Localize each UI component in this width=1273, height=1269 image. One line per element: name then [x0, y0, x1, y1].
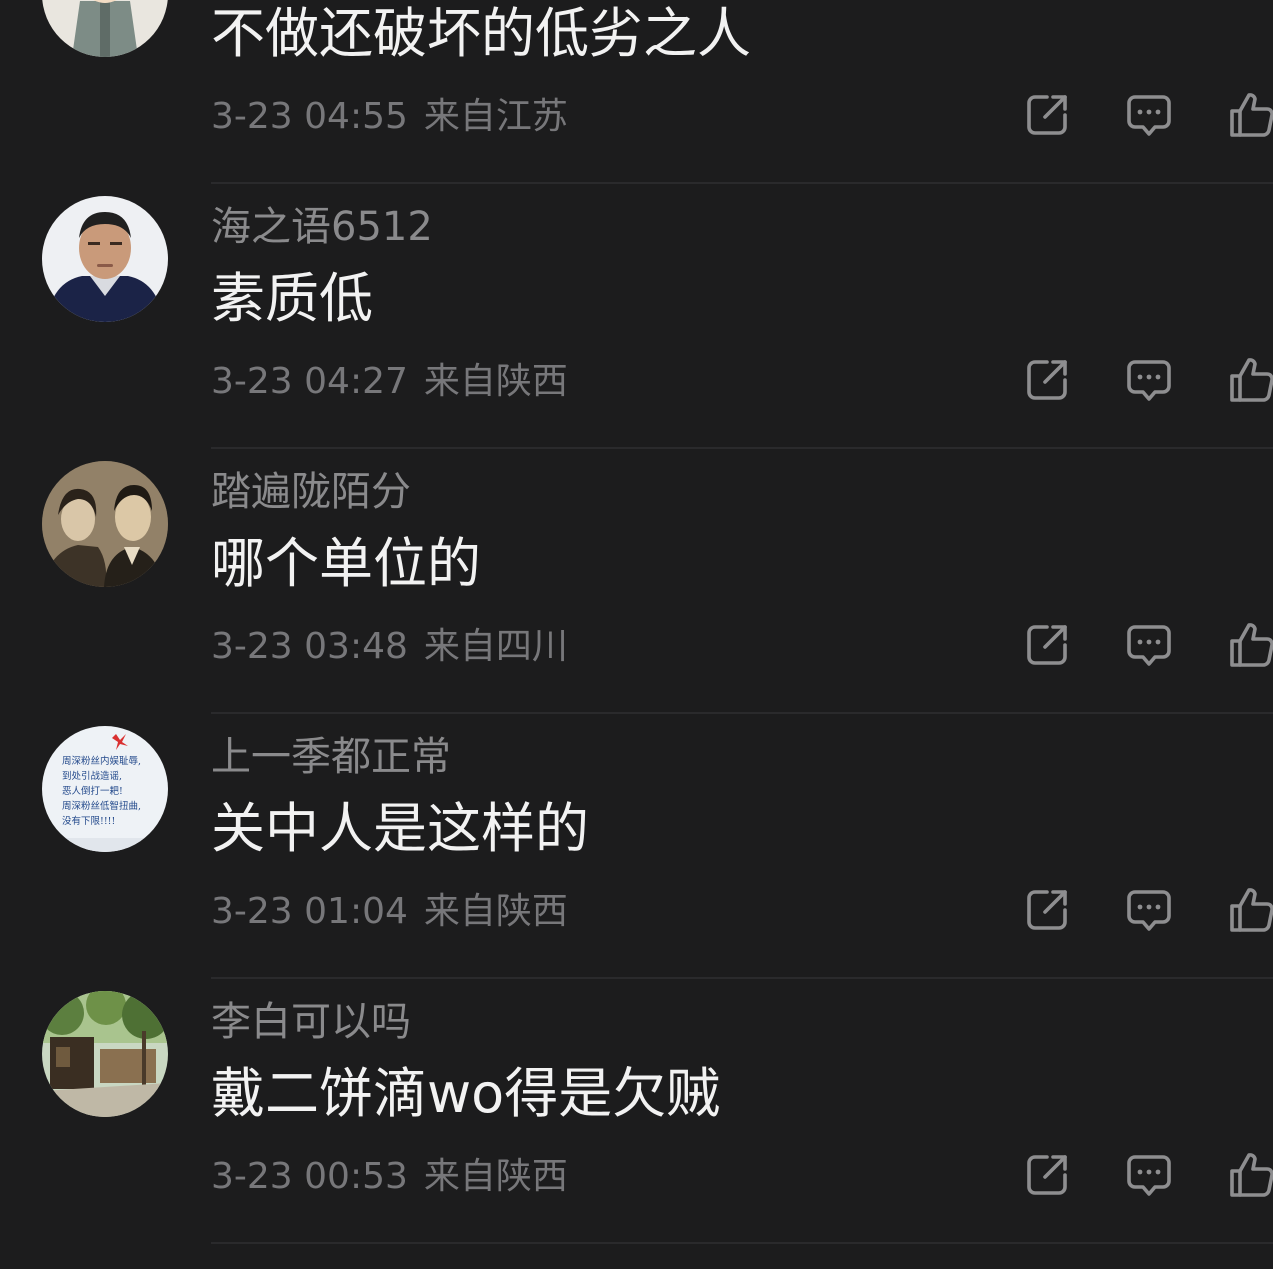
comment-meta: 3-23 00:53 来自陕西 [211, 1155, 568, 1199]
thumbs-up-icon [1227, 356, 1273, 404]
share-icon [1023, 91, 1071, 139]
comment-time: 3-23 01:04 [211, 891, 408, 932]
cartoon-scholar-avatar [42, 0, 168, 57]
comment-bubble-icon [1125, 886, 1173, 934]
share-icon [1023, 1151, 1071, 1199]
comment-location: 来自陕西 [423, 361, 568, 402]
comment-item: 周深粉丝内娱耻辱, 到处引战造谣, 恶人倒打一耙! 周深粉丝低智扭曲, 没有下限!!!!… [0, 726, 1273, 991]
man-portrait-avatar [42, 196, 168, 322]
comment-location: 来自陕西 [423, 1156, 568, 1197]
divider [211, 182, 1273, 184]
comment-time: 3-23 03:48 [211, 626, 408, 667]
comment-time: 3-23 04:27 [211, 361, 408, 402]
share-button[interactable] [1023, 1151, 1071, 1199]
comment-list: 不做还破坏的低劣之人 3-23 04:55 来自江苏海之语6512 素质低 3-23 0… [0, 0, 1273, 1269]
avatar[interactable] [42, 196, 168, 322]
comment-location: 来自四川 [423, 626, 568, 667]
comment-bubble-icon [1125, 356, 1173, 404]
comment-username[interactable]: 李白可以吗 [211, 996, 411, 1048]
comment-time: 3-23 00:53 [211, 1156, 408, 1197]
divider [211, 1242, 1273, 1244]
share-button[interactable] [1023, 91, 1071, 139]
reply-button[interactable] [1125, 886, 1173, 934]
like-button[interactable] [1227, 91, 1273, 139]
comment-meta: 3-23 04:55 来自江苏 [211, 95, 568, 139]
comment-item: 海之语6512 素质低 3-23 04:27 来自陕西 [0, 196, 1273, 461]
comment-bubble-icon [1125, 621, 1173, 669]
comment-username[interactable]: 踏遍陇陌分 [211, 466, 411, 518]
avatar[interactable] [42, 991, 168, 1117]
comment-username[interactable]: 上一季都正常 [211, 731, 451, 783]
comment-text: 不做还破坏的低劣之人 [211, 2, 751, 65]
avatar-note-line: 周深粉丝低智扭曲, [62, 800, 141, 812]
divider [211, 977, 1273, 979]
garden-scene-avatar [42, 991, 168, 1117]
comment-bubble-icon [1125, 91, 1173, 139]
share-icon [1023, 621, 1071, 669]
vintage-couple-photo-avatar [42, 461, 168, 587]
reply-button[interactable] [1125, 356, 1173, 404]
comment-item: 不做还破坏的低劣之人 3-23 04:55 来自江苏 [0, 0, 1273, 196]
comment-meta: 3-23 04:27 来自陕西 [211, 360, 568, 404]
reply-button[interactable] [1125, 1151, 1173, 1199]
divider [211, 712, 1273, 714]
comment-item: 李白可以吗戴二饼滴wo得是欠贼 3-23 00:53 来自陕西 [0, 991, 1273, 1256]
thumbs-up-icon [1227, 1151, 1273, 1199]
avatar[interactable]: 周深粉丝内娱耻辱, 到处引战造谣, 恶人倒打一耙! 周深粉丝低智扭曲, 没有下限!!!! [42, 726, 168, 852]
comment-username[interactable]: 海之语6512 [211, 201, 433, 253]
comment-text: 戴二饼滴wo得是欠贼 [211, 1062, 721, 1125]
avatar[interactable] [42, 0, 168, 57]
comment-meta: 3-23 01:04 来自陕西 [211, 890, 568, 934]
thumbs-up-icon [1227, 621, 1273, 669]
reply-button[interactable] [1125, 621, 1173, 669]
comment-text: 关中人是这样的 [211, 797, 589, 860]
share-button[interactable] [1023, 356, 1071, 404]
avatar-note-line: 周深粉丝内娱耻辱, [62, 755, 141, 767]
like-button[interactable] [1227, 621, 1273, 669]
share-icon [1023, 886, 1071, 934]
like-button[interactable] [1227, 886, 1273, 934]
like-button[interactable] [1227, 1151, 1273, 1199]
avatar-note-line: 没有下限!!!! [62, 815, 115, 827]
comment-text: 哪个单位的 [211, 532, 481, 595]
avatar-note-line: 恶人倒打一耙! [62, 785, 123, 797]
reply-button[interactable] [1125, 91, 1173, 139]
share-icon [1023, 356, 1071, 404]
comment-location: 来自陕西 [423, 891, 568, 932]
comment-meta: 3-23 03:48 来自四川 [211, 625, 568, 669]
avatar[interactable] [42, 461, 168, 587]
share-button[interactable] [1023, 621, 1071, 669]
comment-location: 来自江苏 [423, 96, 568, 137]
comment-bubble-icon [1125, 1151, 1173, 1199]
thumbs-up-icon [1227, 91, 1273, 139]
avatar-note-line: 到处引战造谣, [62, 770, 122, 782]
divider [211, 447, 1273, 449]
text-note-avatar: 周深粉丝内娱耻辱, 到处引战造谣, 恶人倒打一耙! 周深粉丝低智扭曲, 没有下限!!!! [42, 726, 168, 852]
comment-text: 素质低 [211, 267, 373, 330]
comment-time: 3-23 04:55 [211, 96, 408, 137]
like-button[interactable] [1227, 356, 1273, 404]
comment-item: 踏遍陇陌分哪个单位的 3-23 03:48 来自四川 [0, 461, 1273, 726]
share-button[interactable] [1023, 886, 1071, 934]
thumbs-up-icon [1227, 886, 1273, 934]
